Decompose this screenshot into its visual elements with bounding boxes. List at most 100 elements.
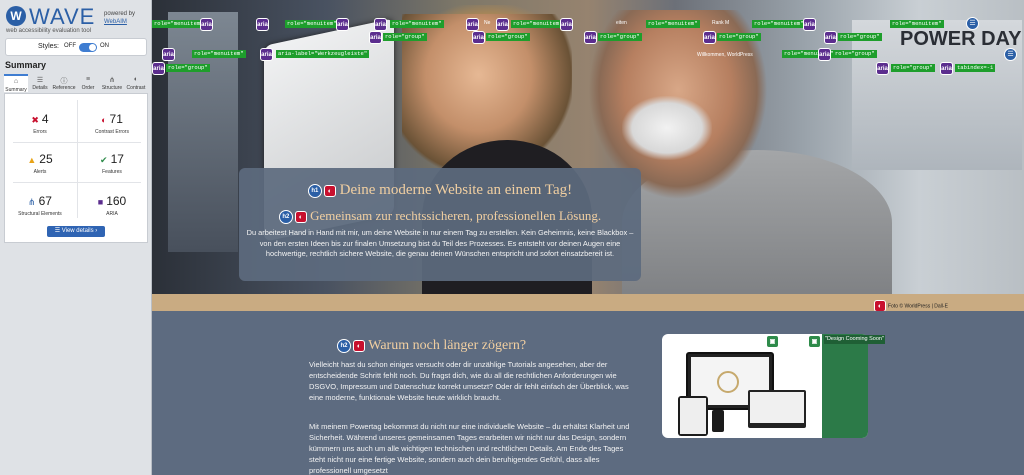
errors-label: Errors [33, 129, 47, 135]
tab-order[interactable]: ≡ Order [76, 74, 100, 92]
info-icon: ⓘ [60, 78, 68, 85]
aria-badge[interactable]: aria [256, 18, 269, 31]
tab-reference[interactable]: ⓘ Reference [52, 74, 76, 92]
aria-badge[interactable]: aria [703, 31, 716, 44]
aria-badge[interactable]: aria [824, 31, 837, 44]
view-details-button[interactable]: ☰ View details › [47, 226, 105, 237]
aria-tag-group[interactable]: role="group" [717, 33, 761, 41]
errors-count[interactable]: ✖ 4 Errors [5, 110, 75, 135]
aria-badge[interactable]: aria [466, 18, 479, 31]
webaim-link[interactable]: WebAIM [104, 19, 127, 25]
aria-count[interactable]: ■ 160 ARIA [77, 192, 147, 217]
aria-badge[interactable]: aria [940, 62, 953, 75]
styles-toggle-box: Styles: OFF ON [5, 38, 147, 56]
aria-tag-menuitem[interactable]: role="menuitem" [511, 20, 565, 28]
alerts-count[interactable]: ▲ 25 Alerts [5, 150, 75, 175]
h2-badge[interactable]: h2 [278, 210, 293, 225]
why-heading-text: Warum noch länger zögern? [368, 338, 527, 353]
hero-paragraph: Du arbeitest Hand in Hand mit mir, um de… [246, 228, 634, 258]
aria-tag-group[interactable]: role="group" [383, 33, 427, 41]
h1-badge[interactable]: h1 [307, 183, 322, 198]
structural-count[interactable]: ⋔ 67 Structural Elements [5, 192, 75, 217]
aria-badge[interactable]: aria [584, 31, 597, 44]
aria-badge[interactable]: aria [369, 31, 382, 44]
aria-tag-tabindex[interactable]: tabindex=-1 [955, 64, 996, 72]
menu-icon[interactable]: ☰ [1004, 48, 1017, 61]
contrast-error-badge[interactable]: ◐ [353, 339, 365, 352]
aria-badge[interactable]: aria [876, 62, 889, 75]
feature-icon: ✔ [100, 155, 108, 165]
aria-badge[interactable]: aria [200, 18, 213, 31]
nav-text-ne[interactable]: Ne [484, 20, 490, 26]
card-divider [13, 142, 141, 143]
wave-logo: W [6, 6, 26, 26]
styles-toggle[interactable] [79, 43, 97, 52]
aria-tag-menuitem[interactable]: role="menuitem" [152, 20, 206, 28]
why-heading: h2 ◐ Warum noch länger zögern? [337, 338, 526, 354]
tab-structure-label: Structure [101, 85, 123, 91]
structure-icon: ⋔ [109, 77, 115, 84]
aria-badge[interactable]: aria [496, 18, 509, 31]
aria-tag-group[interactable]: role="group" [838, 33, 882, 41]
nav-text-seiten[interactable]: eiten [616, 20, 627, 26]
aria-label: ARIA [106, 211, 118, 217]
aria-badge[interactable]: aria [818, 48, 831, 61]
evaluated-page: POWER DAY Ne eiten Rank M Willkommen, Wo… [152, 0, 1024, 475]
tab-order-label: Order [81, 85, 95, 91]
aria-tag-menuitem[interactable]: role="menuitem" [390, 20, 444, 28]
tab-summary[interactable]: ⌂ Summary [4, 74, 28, 93]
contrast-error-badge[interactable]: ◐ [294, 211, 307, 224]
menu-icon[interactable]: ☰ [966, 17, 979, 30]
why-section: h2 ◐ Warum noch länger zögern? Vielleicht… [152, 311, 1024, 475]
aria-tag-menuitem[interactable]: role="menuitem" [192, 50, 246, 58]
alt-text-icon[interactable]: ▣ [766, 335, 779, 348]
hero-subheading-text: Gemeinsam zur rechtssicheren, profession… [310, 208, 602, 223]
tab-contrast[interactable]: ◐ Contrast [124, 74, 148, 92]
structure-icon: ⋔ [28, 197, 36, 207]
image-alt-label: "Design Cooming Soon" [824, 335, 885, 344]
powered-by-text: powered by [104, 11, 136, 17]
aria-badge[interactable]: aria [336, 18, 349, 31]
features-count[interactable]: ✔ 17 Features [77, 150, 147, 175]
hero-text-box: h1 ◐ Deine moderne Website an einem Tag! … [239, 168, 641, 281]
features-value: 17 [110, 152, 124, 166]
aria-tag-group[interactable]: role="group" [486, 33, 530, 41]
aria-tag-menuitem[interactable]: role="menuitem" [646, 20, 700, 28]
aria-badge[interactable]: aria [472, 31, 485, 44]
wave-title: WAVE [29, 4, 96, 29]
contrast-error-badge[interactable]: ◐ [323, 184, 336, 197]
h2-badge[interactable]: h2 [337, 338, 351, 353]
alert-icon: ▲ [27, 155, 37, 165]
summary-heading: Summary [5, 60, 47, 70]
list-icon: ☰ [54, 228, 62, 234]
aria-badge[interactable]: aria [803, 18, 816, 31]
alt-text-icon[interactable]: ▣ [808, 335, 821, 348]
aria-value: 160 [106, 194, 127, 208]
aria-tag-group[interactable]: role="group" [891, 64, 935, 72]
hero-heading-text: Deine moderne Website an einem Tag! [339, 182, 573, 198]
tab-details[interactable]: ☰ Details [28, 74, 52, 92]
aria-tag-menuitem[interactable]: role="menuitem" [752, 20, 806, 28]
nav-text-rank[interactable]: Rank M [712, 20, 729, 26]
error-icon: ✖ [31, 115, 39, 125]
aria-badge[interactable]: aria [152, 62, 165, 75]
aria-tag-group[interactable]: role="group" [166, 64, 210, 72]
aria-badge[interactable]: aria [560, 18, 573, 31]
aria-tag-werkzeugleiste[interactable]: aria-label="Werkzeugleiste" [276, 50, 370, 58]
tab-structure[interactable]: ⋔ Structure [100, 74, 124, 92]
contrast-value: 71 [109, 112, 123, 126]
order-icon: ≡ [85, 76, 91, 83]
aria-tag-menuitem[interactable]: role="menuitem" [890, 20, 944, 28]
nav-text-welcome[interactable]: Willkommen, WorldPress [697, 52, 753, 58]
aria-tag-menuitem[interactable]: role="menuitem" [285, 20, 339, 28]
aria-tag-group[interactable]: role="group" [598, 33, 642, 41]
aria-tag-group[interactable]: role="group" [833, 50, 877, 58]
styles-on-label: ON [100, 43, 109, 49]
contrast-count[interactable]: ◐ 71 Contrast Errors [77, 110, 147, 135]
aria-badge[interactable]: aria [374, 18, 387, 31]
list-icon: ☰ [36, 77, 44, 84]
tab-details-label: Details [32, 85, 48, 91]
aria-badge[interactable]: aria [162, 48, 175, 61]
photo-credit-text: Foto © WorldPress | Dall-E [888, 303, 948, 310]
aria-badge[interactable]: aria [260, 48, 273, 61]
